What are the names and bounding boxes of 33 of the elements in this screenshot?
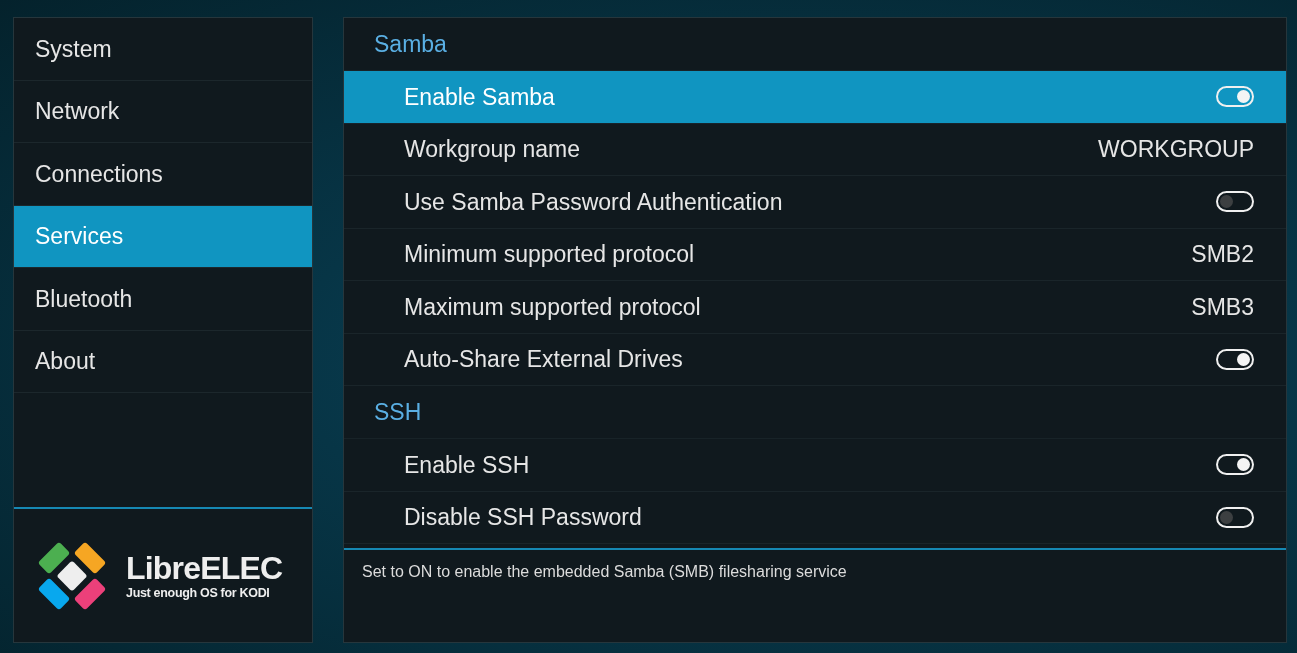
sidebar-item[interactable]: About: [14, 330, 312, 393]
setting-label: Minimum supported protocol: [404, 240, 695, 269]
toggle-switch[interactable]: [1216, 191, 1254, 213]
toggle-switch[interactable]: [1216, 454, 1254, 476]
toggle-switch[interactable]: [1216, 506, 1254, 528]
toggle-switch[interactable]: [1216, 348, 1254, 370]
setting-row[interactable]: Use Samba Password Authentication: [344, 176, 1286, 229]
description-text: Set to ON to enable the embedded Samba (SMB) filesharing service: [362, 562, 848, 582]
setting-row[interactable]: Auto-Share External Drives: [344, 333, 1286, 386]
section-heading: Samba: [374, 29, 447, 59]
setting-label: Use Samba Password Authentication: [404, 187, 783, 217]
setting-row[interactable]: Disable SSH Password: [344, 491, 1286, 544]
toggle-switch[interactable]: [1216, 86, 1254, 108]
setting-label: Enable Samba: [404, 82, 555, 112]
logo-tagline: Just enough OS for KODI: [126, 584, 271, 601]
setting-label: Disable SSH Password: [404, 503, 642, 532]
setting-row[interactable]: Maximum supported protocol SMB3: [344, 281, 1286, 334]
setting-value: WORKGROUP: [1098, 135, 1254, 164]
setting-label: Auto-Share External Drives: [404, 345, 683, 374]
sidebar-item[interactable]: Connections: [14, 143, 312, 206]
sidebar-item[interactable]: Bluetooth: [14, 268, 312, 331]
setting-label: Workgroup name: [404, 135, 580, 164]
setting-row[interactable]: Workgroup name WORKGROUP: [344, 123, 1286, 176]
sidebar-item[interactable]: System: [14, 18, 312, 81]
setting-label: Enable SSH: [404, 450, 530, 480]
setting-value: SMB2: [1191, 240, 1254, 269]
sidebar-item[interactable]: Network: [14, 80, 312, 143]
setting-row[interactable]: Minimum supported protocol SMB2: [344, 228, 1286, 281]
section-heading: SSH: [374, 397, 422, 427]
setting-label: Maximum supported protocol: [404, 292, 701, 322]
logo-wordmark: LibreELEC: [126, 550, 283, 585]
setting-value: SMB3: [1191, 292, 1254, 322]
setting-row[interactable]: Enable SSH: [344, 439, 1286, 492]
